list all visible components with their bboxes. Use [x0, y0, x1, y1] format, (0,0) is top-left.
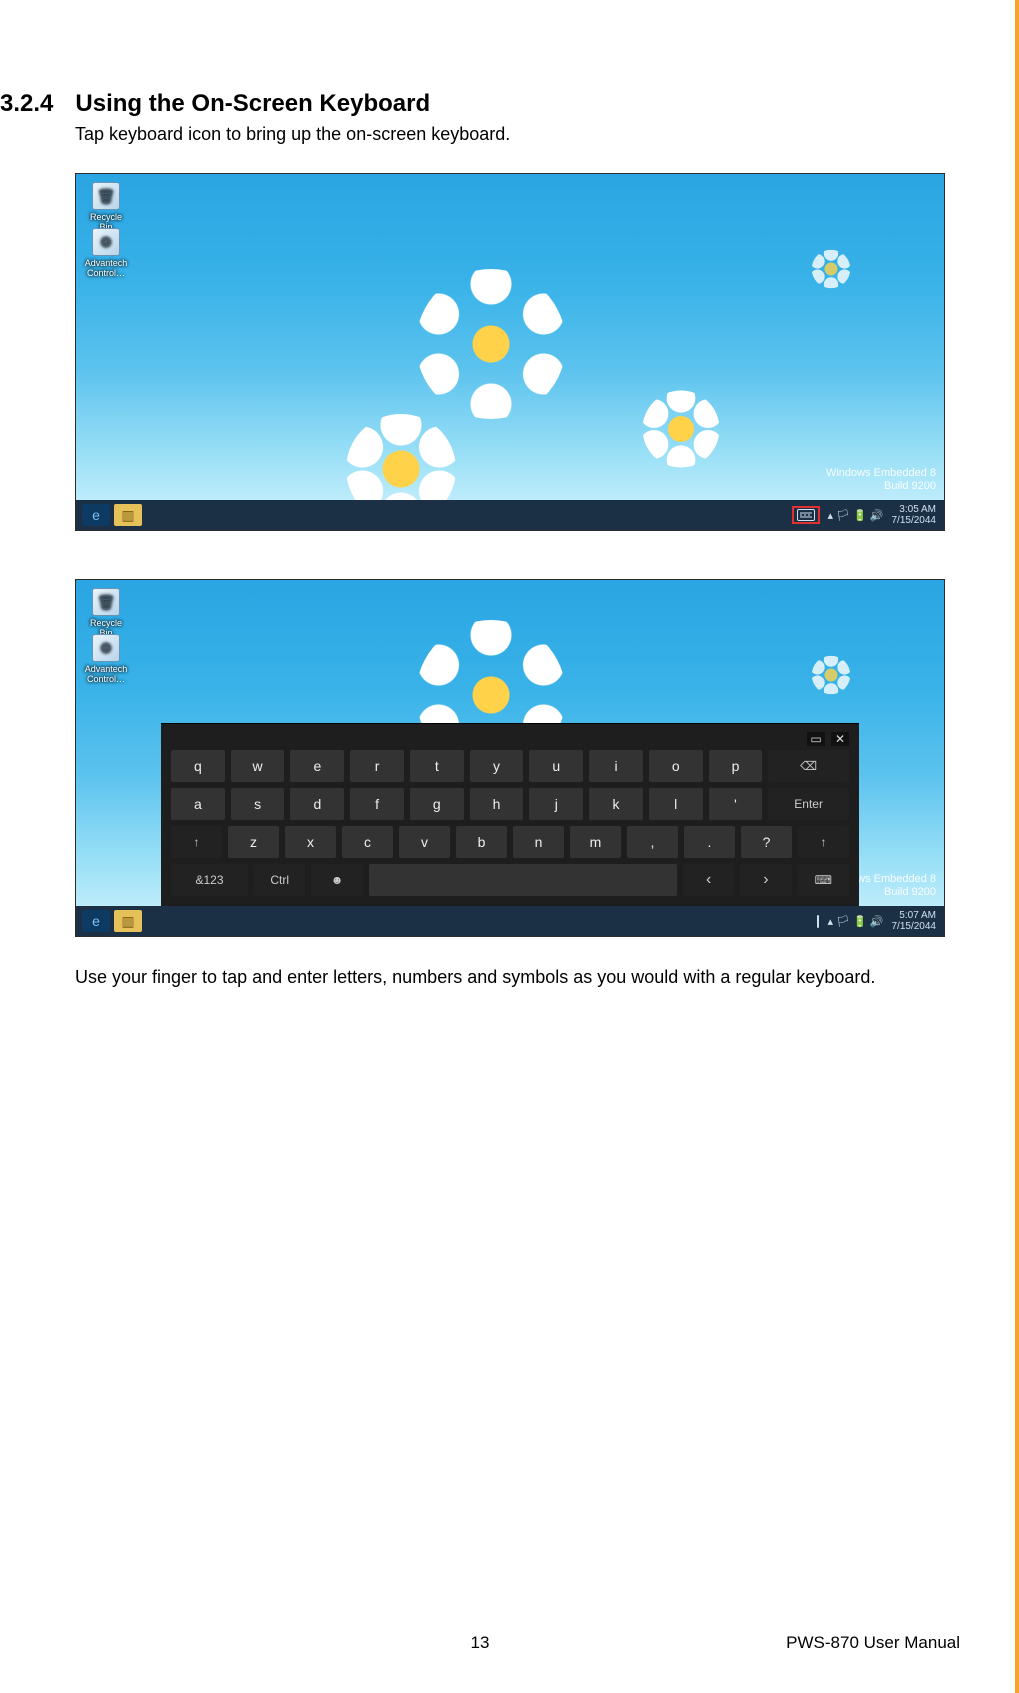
osk-key-p[interactable]: p	[709, 750, 763, 782]
osk-key-h[interactable]: h	[470, 788, 524, 820]
taskbar: e ▥ ▴ 🏳 🔋 🔊 5:07 AM7/15/2044	[76, 906, 944, 936]
desktop-icon-label: Advantech Control…	[85, 258, 128, 278]
osk-key-keyboard-switch[interactable]: ⌨	[798, 864, 849, 896]
taskbar-keyboard-icon[interactable]	[793, 507, 819, 523]
windows-watermark: Windows Embedded 8 Build 9200	[826, 467, 936, 495]
desktop-icon-label: Advantech Control…	[85, 664, 128, 684]
osk-key-shift-left[interactable]: ↑	[171, 826, 222, 858]
osk-dock-icon[interactable]: ▭	[807, 732, 825, 746]
taskbar-explorer-icon[interactable]: ▥	[114, 504, 142, 526]
page-footer: 13 PWS-870 User Manual	[0, 1633, 960, 1653]
osk-key-s[interactable]: s	[231, 788, 285, 820]
osk-key-n[interactable]: n	[513, 826, 564, 858]
osk-key-e[interactable]: e	[290, 750, 344, 782]
section-title: Using the On-Screen Keyboard	[75, 90, 430, 118]
osk-key-?[interactable]: ?	[741, 826, 792, 858]
taskbar: e ▥ ▴ 🏳 🔋 🔊 3:05 AM7/15/2044	[76, 500, 944, 530]
taskbar-ie-icon[interactable]: e	[82, 910, 110, 932]
recycle-bin-icon: 🗑	[92, 182, 120, 210]
osk-key-g[interactable]: g	[410, 788, 464, 820]
screenshot-desktop: 🗑 Recycle Bin ⚙ Advantech Control… Windo…	[75, 173, 945, 531]
taskbar-clock[interactable]: 3:05 AM7/15/2044	[892, 504, 937, 526]
taskbar-ie-icon[interactable]: e	[82, 504, 110, 526]
osk-close-icon[interactable]: ✕	[831, 732, 849, 746]
osk-key-t[interactable]: t	[410, 750, 464, 782]
osk-key-ctrl[interactable]: Ctrl	[254, 864, 305, 896]
osk-key-symbols[interactable]: &123	[171, 864, 248, 896]
osk-key-o[interactable]: o	[649, 750, 703, 782]
osk-key-x[interactable]: x	[285, 826, 336, 858]
desktop-icon-recycle-bin[interactable]: 🗑 Recycle Bin	[84, 588, 128, 638]
osk-key-m[interactable]: m	[570, 826, 621, 858]
section-number: 3.2.4	[0, 90, 53, 118]
osk-key-k[interactable]: k	[589, 788, 643, 820]
closing-text: Use your finger to tap and enter letters…	[75, 965, 945, 989]
osk-key-y[interactable]: y	[470, 750, 524, 782]
control-icon: ⚙	[92, 634, 120, 662]
osk-key-z[interactable]: z	[228, 826, 279, 858]
osk-key-a[interactable]: a	[171, 788, 225, 820]
osk-key-.[interactable]: .	[684, 826, 735, 858]
osk-key-j[interactable]: j	[529, 788, 583, 820]
taskbar-keyboard-icon[interactable]	[817, 916, 819, 927]
osk-key-d[interactable]: d	[290, 788, 344, 820]
taskbar-explorer-icon[interactable]: ▥	[114, 910, 142, 932]
on-screen-keyboard: ▭ ✕ qwertyuiop⌫ asdfghjkl'Enter ↑zxcvbnm…	[161, 723, 859, 906]
doc-title: PWS-870 User Manual	[786, 1633, 960, 1653]
system-tray[interactable]: ▴ 🏳 🔋 🔊	[827, 915, 883, 928]
osk-key-v[interactable]: v	[399, 826, 450, 858]
taskbar-clock[interactable]: 5:07 AM7/15/2044	[892, 910, 937, 932]
osk-key-space[interactable]	[369, 864, 677, 896]
osk-key-c[interactable]: c	[342, 826, 393, 858]
osk-key-shift-right[interactable]: ↑	[798, 826, 849, 858]
desktop-icon-recycle-bin[interactable]: 🗑 Recycle Bin	[84, 182, 128, 232]
system-tray[interactable]: ▴ 🏳 🔋 🔊	[827, 509, 883, 522]
osk-key-f[interactable]: f	[350, 788, 404, 820]
control-icon: ⚙	[92, 228, 120, 256]
screenshot-osk: 🗑 Recycle Bin ⚙ Advantech Control… Windo…	[75, 579, 945, 937]
keyboard-icon	[797, 509, 815, 521]
osk-key-l[interactable]: l	[649, 788, 703, 820]
osk-key-r[interactable]: r	[350, 750, 404, 782]
osk-key-q[interactable]: q	[171, 750, 225, 782]
osk-key-w[interactable]: w	[231, 750, 285, 782]
osk-key-enter[interactable]: Enter	[768, 788, 849, 820]
osk-key-'[interactable]: '	[709, 788, 763, 820]
osk-key-,[interactable]: ,	[627, 826, 678, 858]
osk-key-right[interactable]: ›	[740, 864, 791, 896]
osk-key-left[interactable]: ‹	[683, 864, 734, 896]
osk-key-u[interactable]: u	[529, 750, 583, 782]
desktop-icon-advantech[interactable]: ⚙ Advantech Control…	[84, 228, 128, 278]
osk-key-emoji[interactable]: ☻	[311, 864, 362, 896]
desktop-icon-advantech[interactable]: ⚙ Advantech Control…	[84, 634, 128, 684]
osk-key-b[interactable]: b	[456, 826, 507, 858]
osk-key-backspace[interactable]: ⌫	[768, 750, 849, 782]
keyboard-icon	[817, 915, 819, 928]
osk-key-i[interactable]: i	[589, 750, 643, 782]
recycle-bin-icon: 🗑	[92, 588, 120, 616]
intro-text: Tap keyboard icon to bring up the on-scr…	[75, 124, 960, 145]
